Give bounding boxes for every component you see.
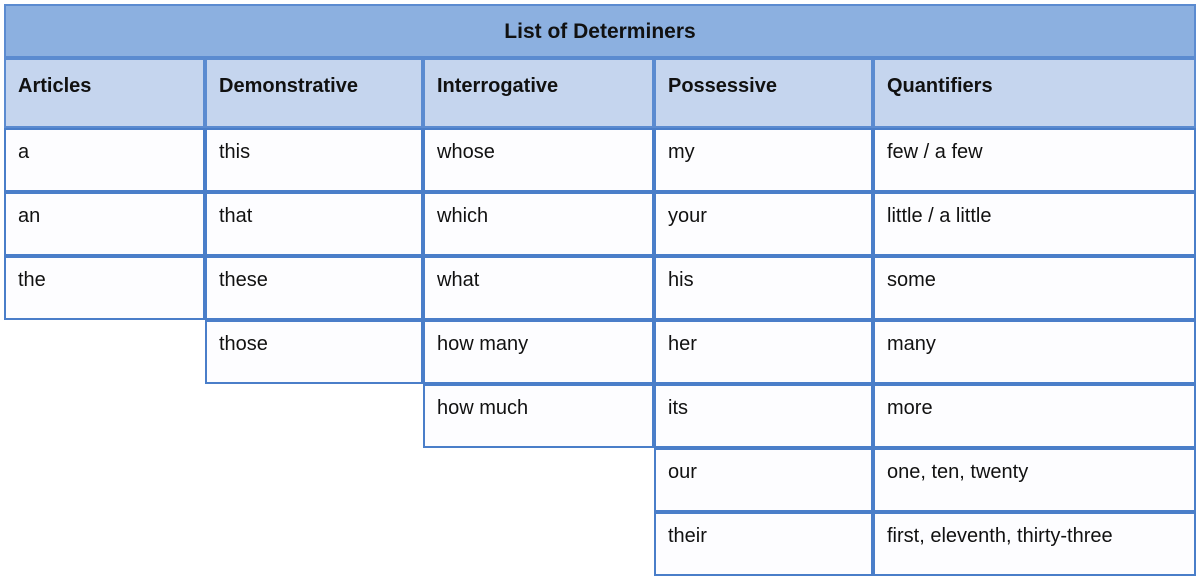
table-cell-possessive-6: their xyxy=(654,512,873,576)
table-cell-possessive-5: our xyxy=(654,448,873,512)
table-cell-quantifiers-6: first, eleventh, thirty-three xyxy=(873,512,1196,576)
table-cell-demonstrative-0: this xyxy=(205,128,423,192)
column-header-possessive: Possessive xyxy=(654,58,873,128)
table-cell-quantifiers-2: some xyxy=(873,256,1196,320)
table-cell-demonstrative-1: that xyxy=(205,192,423,256)
table-cell-quantifiers-3: many xyxy=(873,320,1196,384)
column-header-demonstrative: Demonstrative xyxy=(205,58,423,128)
table-cell-demonstrative-3: those xyxy=(205,320,423,384)
table-cell-quantifiers-1: little / a little xyxy=(873,192,1196,256)
table-cell-articles-2: the xyxy=(4,256,205,320)
table-cell-articles-0: a xyxy=(4,128,205,192)
column-header-quantifiers: Quantifiers xyxy=(873,58,1196,128)
column-header-articles: Articles xyxy=(4,58,205,128)
table-cell-interrogative-3: how many xyxy=(423,320,654,384)
table-cell-interrogative-1: which xyxy=(423,192,654,256)
table-cell-quantifiers-4: more xyxy=(873,384,1196,448)
table-cell-possessive-0: my xyxy=(654,128,873,192)
table-cell-demonstrative-2: these xyxy=(205,256,423,320)
determiners-table: List of Determiners Articles a an the Demons… xyxy=(0,0,1200,580)
column-header-interrogative: Interrogative xyxy=(423,58,654,128)
table-title: List of Determiners xyxy=(4,4,1196,58)
table-cell-quantifiers-5: one, ten, twenty xyxy=(873,448,1196,512)
table-cell-possessive-4: its xyxy=(654,384,873,448)
table-cell-interrogative-2: what xyxy=(423,256,654,320)
table-cell-interrogative-4: how much xyxy=(423,384,654,448)
table-cell-interrogative-0: whose xyxy=(423,128,654,192)
table-cell-articles-1: an xyxy=(4,192,205,256)
table-cell-possessive-3: her xyxy=(654,320,873,384)
table-cell-possessive-2: his xyxy=(654,256,873,320)
table-cell-possessive-1: your xyxy=(654,192,873,256)
table-cell-quantifiers-0: few / a few xyxy=(873,128,1196,192)
